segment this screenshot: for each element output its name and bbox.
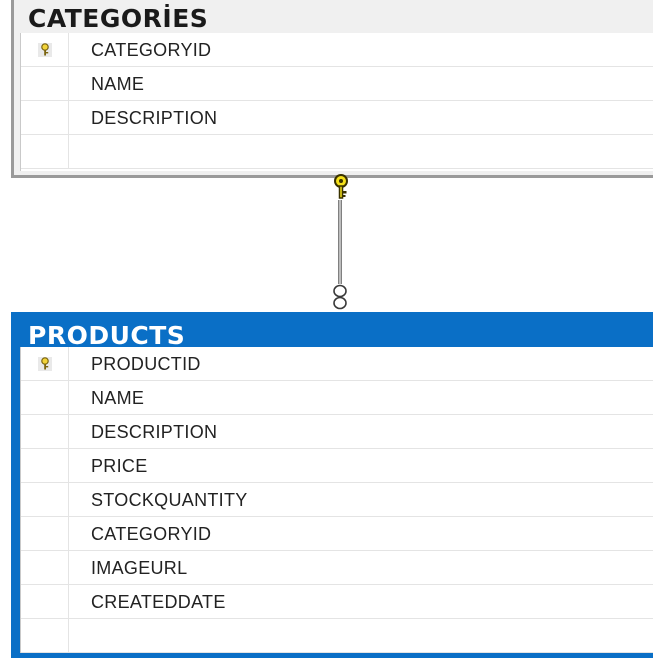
row-selector[interactable]	[21, 551, 69, 584]
column-grid: CATEGORYID NAME DESCRIPTION	[20, 33, 653, 171]
row-selector[interactable]	[21, 33, 69, 66]
primary-key-icon	[37, 42, 52, 57]
column-row[interactable]: IMAGEURL	[21, 551, 653, 585]
column-row[interactable]: PRICE	[21, 449, 653, 483]
row-selector[interactable]	[21, 619, 69, 652]
relationship-line[interactable]	[338, 200, 342, 284]
column-row[interactable]: CATEGORYID	[21, 33, 653, 67]
row-selector[interactable]	[21, 67, 69, 100]
column-name: DESCRIPTION	[91, 108, 218, 128]
column-name: STOCKQUANTITY	[91, 490, 248, 510]
column-row[interactable]: PRODUCTID	[21, 347, 653, 381]
column-name: PRODUCTID	[91, 354, 201, 374]
column-row[interactable]: CREATEDDATE	[21, 585, 653, 619]
row-selector[interactable]	[21, 415, 69, 448]
categories-table[interactable]: CATEGORİES CATEGORYID NAME DESCRIPTION	[11, 0, 653, 178]
column-name: CATEGORYID	[91, 40, 212, 60]
row-selector[interactable]	[21, 101, 69, 134]
empty-column-row[interactable]	[21, 135, 653, 169]
column-row[interactable]: DESCRIPTION	[21, 415, 653, 449]
column-name: CATEGORYID	[91, 524, 212, 544]
column-row[interactable]: NAME	[21, 381, 653, 415]
column-name: DESCRIPTION	[91, 422, 218, 442]
relationship-infinity-icon[interactable]	[328, 282, 352, 312]
primary-key-icon	[37, 356, 52, 371]
column-grid: PRODUCTID NAME DESCRIPTION PRICE STOCKQU…	[20, 347, 653, 653]
column-row[interactable]: CATEGORYID	[21, 517, 653, 551]
column-row[interactable]: NAME	[21, 67, 653, 101]
empty-column-row[interactable]	[21, 619, 653, 653]
column-name: CREATEDDATE	[91, 592, 226, 612]
row-selector[interactable]	[21, 517, 69, 550]
row-selector[interactable]	[21, 483, 69, 516]
column-name: NAME	[91, 74, 145, 94]
column-row[interactable]: DESCRIPTION	[21, 101, 653, 135]
column-name: NAME	[91, 388, 145, 408]
column-row[interactable]: STOCKQUANTITY	[21, 483, 653, 517]
column-name: PRICE	[91, 456, 148, 476]
relationship-key-icon[interactable]	[329, 172, 353, 202]
row-selector[interactable]	[21, 381, 69, 414]
column-name: IMAGEURL	[91, 558, 188, 578]
table-title-categories[interactable]: CATEGORİES	[28, 2, 208, 33]
table-title-products[interactable]: PRODUCTS	[28, 318, 185, 350]
row-selector[interactable]	[21, 585, 69, 618]
row-selector[interactable]	[21, 135, 69, 168]
row-selector[interactable]	[21, 347, 69, 380]
products-table[interactable]: PRODUCTS PRODUCTID NAME DESCRIPTION PRIC…	[11, 312, 653, 658]
row-selector[interactable]	[21, 449, 69, 482]
